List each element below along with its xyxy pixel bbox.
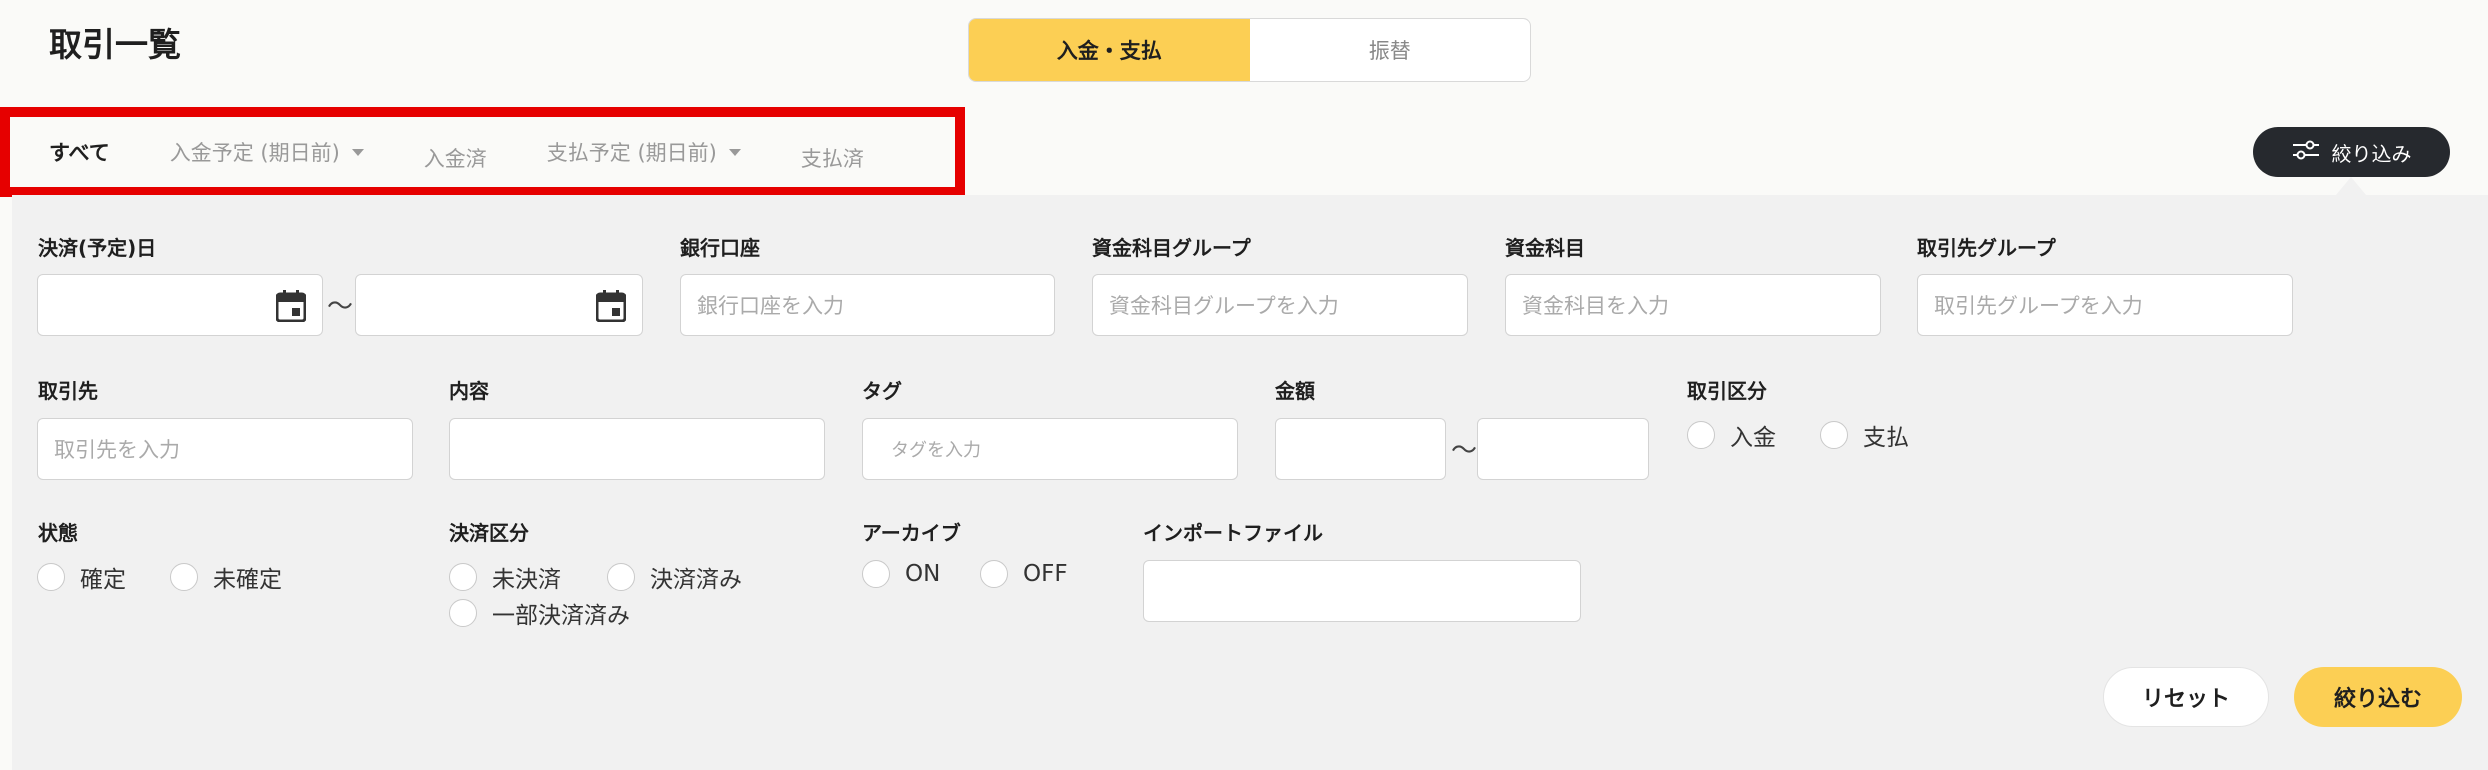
radio-circle[interactable]: [1820, 421, 1848, 449]
mode-payment-button[interactable]: 入金・支払: [969, 19, 1250, 81]
tab-income-scheduled[interactable]: 入金予定 (期日前): [170, 137, 364, 167]
tag-input[interactable]: タグを入力: [862, 418, 1238, 480]
fund-group-label: 資金科目グループ: [1092, 236, 1251, 260]
bank-account-input[interactable]: 銀行口座を入力: [680, 274, 1055, 336]
amount-range-separator: 〜: [1451, 436, 1478, 466]
radio-income[interactable]: 入金: [1687, 418, 1776, 452]
tab-payment-done[interactable]: 支払済: [801, 143, 864, 173]
radio-archive-off[interactable]: OFF: [980, 560, 1068, 588]
tab-all[interactable]: すべて: [49, 137, 110, 167]
radio-circle[interactable]: [449, 563, 477, 591]
import-file-label: インポートファイル: [1143, 521, 1323, 545]
status-tabs: すべて 入金予定 (期日前) 入金済 支払予定 (期日前) 支払済: [0, 107, 965, 197]
transaction-type-label: 取引区分: [1687, 379, 1767, 403]
filter-toggle-button[interactable]: 絞り込み: [2253, 127, 2450, 177]
page-title: 取引一覧: [49, 25, 181, 64]
content-input[interactable]: [449, 418, 825, 480]
filter-panel-pointer: [2336, 177, 2366, 195]
radio-circle[interactable]: [170, 563, 198, 591]
fund-group-input[interactable]: 資金科目グループを入力: [1092, 274, 1468, 336]
filter-sliders-icon: [2292, 140, 2320, 165]
radio-confirmed[interactable]: 確定: [37, 560, 126, 594]
radio-circle[interactable]: [449, 599, 477, 627]
partner-group-input[interactable]: 取引先グループを入力: [1917, 274, 2293, 336]
amount-max-input[interactable]: [1477, 418, 1649, 480]
radio-unsettled[interactable]: 未決済: [449, 560, 561, 594]
radio-circle[interactable]: [607, 563, 635, 591]
radio-settled[interactable]: 決済済み: [607, 560, 742, 594]
archive-label: アーカイブ: [862, 521, 961, 545]
bank-account-label: 銀行口座: [680, 236, 760, 260]
mode-toggle: 入金・支払 振替: [968, 18, 1531, 82]
tag-label: タグ: [862, 379, 902, 403]
calendar-icon[interactable]: [275, 290, 307, 327]
chevron-down-icon: [728, 148, 741, 156]
mode-transfer-button[interactable]: 振替: [1250, 19, 1531, 81]
fund-item-label: 資金科目: [1505, 236, 1585, 260]
radio-unconfirmed[interactable]: 未確定: [170, 560, 282, 594]
apply-filter-button[interactable]: 絞り込む: [2294, 667, 2462, 727]
settlement-date-label: 決済(予定)日: [38, 236, 157, 260]
radio-circle[interactable]: [37, 563, 65, 591]
fund-item-input[interactable]: 資金科目を入力: [1505, 274, 1881, 336]
amount-min-input[interactable]: [1275, 418, 1446, 480]
radio-payment[interactable]: 支払: [1820, 418, 1909, 452]
radio-circle[interactable]: [862, 560, 890, 588]
settlement-type-label: 決済区分: [449, 521, 529, 545]
import-file-input[interactable]: [1143, 560, 1581, 622]
partner-group-label: 取引先グループ: [1917, 236, 2056, 260]
content-label: 内容: [449, 379, 489, 403]
tab-income-done[interactable]: 入金済: [424, 143, 487, 173]
radio-circle[interactable]: [980, 560, 1008, 588]
amount-label: 金額: [1275, 379, 1315, 403]
partner-label: 取引先: [38, 379, 98, 403]
chevron-down-icon: [351, 148, 364, 156]
settlement-date-from-input[interactable]: [37, 274, 323, 336]
status-label: 状態: [38, 521, 78, 545]
tab-payment-scheduled[interactable]: 支払予定 (期日前): [547, 137, 741, 167]
radio-circle[interactable]: [1687, 421, 1715, 449]
date-range-separator: 〜: [327, 292, 354, 322]
calendar-icon[interactable]: [595, 290, 627, 327]
settlement-date-to-input[interactable]: [355, 274, 643, 336]
radio-partially-settled[interactable]: 一部決済済み: [449, 596, 630, 630]
radio-archive-on[interactable]: ON: [862, 560, 940, 588]
reset-button[interactable]: リセット: [2103, 667, 2269, 727]
partner-input[interactable]: 取引先を入力: [37, 418, 413, 480]
